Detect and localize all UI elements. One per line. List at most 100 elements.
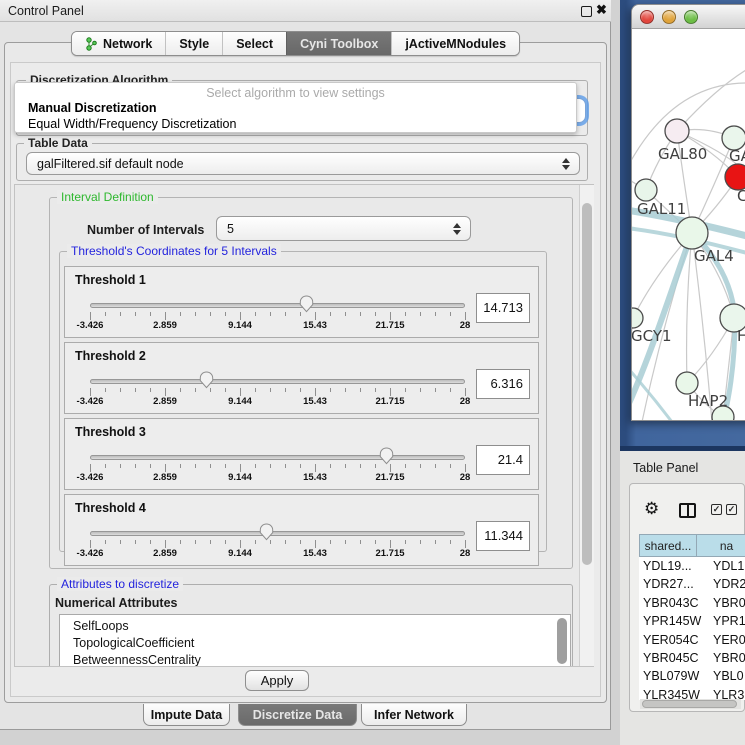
- tab-style[interactable]: Style: [165, 32, 222, 55]
- cell-shared-name: YLR345W: [643, 686, 700, 700]
- float-window-icon[interactable]: [581, 6, 592, 17]
- slider-handle[interactable]: [379, 447, 394, 465]
- slider-track[interactable]: [90, 455, 465, 460]
- dropdown-option[interactable]: Equal Width/Frequency Discretization: [28, 117, 236, 131]
- attribute-item[interactable]: SelfLoops: [60, 618, 570, 635]
- tab-label: Style: [179, 37, 209, 51]
- network-node[interactable]: [676, 217, 708, 249]
- tab-label: Select: [236, 37, 273, 51]
- cell-shared-name: YBR045C: [643, 649, 699, 667]
- attributes-list: SelfLoopsTopologicalCoefficientBetweenne…: [59, 614, 571, 667]
- threshold-label: Threshold 2: [75, 349, 146, 363]
- zoom-button[interactable]: [684, 10, 698, 24]
- slider-track[interactable]: [90, 303, 465, 308]
- slider-scale: -3.4262.8599.14415.4321.71528: [90, 472, 465, 484]
- slider-track[interactable]: [90, 379, 465, 384]
- slider-scale-label: 2.859: [153, 396, 177, 407]
- network-node-label: C: [737, 187, 745, 205]
- table-row[interactable]: YDL19... YDL1: [639, 557, 745, 575]
- slider-scale-label: -3.426: [77, 548, 104, 559]
- attribute-item[interactable]: TopologicalCoefficient: [60, 635, 570, 652]
- slider-scale-label: 21.715: [375, 396, 404, 407]
- network-node[interactable]: [665, 119, 689, 143]
- settings-scroll-viewport: Interval Definition Number of Intervals …: [14, 184, 594, 667]
- checkbox-checked-icon[interactable]: ✓: [711, 504, 722, 515]
- settings-scrollbar[interactable]: [579, 185, 594, 666]
- slider-handle[interactable]: [299, 295, 314, 313]
- bottom-tab-impute-data[interactable]: Impute Data: [143, 704, 230, 726]
- cell-shared-name: YBL079W: [643, 667, 699, 685]
- slider-track[interactable]: [90, 531, 465, 536]
- table-row[interactable]: YBR043CYBR0: [639, 594, 745, 612]
- threshold-value-field[interactable]: 14.713: [476, 293, 530, 323]
- bottom-tab-infer-network[interactable]: Infer Network: [361, 704, 467, 726]
- network-node[interactable]: [676, 372, 698, 394]
- slider-scale-label: 28: [460, 320, 471, 331]
- slider-scale-label: 2.859: [153, 320, 177, 331]
- slider-scale-label: 9.144: [228, 396, 252, 407]
- number-of-intervals-combobox[interactable]: 5: [216, 216, 471, 241]
- slider-scale: -3.4262.8599.14415.4321.71528: [90, 320, 465, 332]
- threshold-label: Threshold 4: [75, 501, 146, 515]
- traffic-lights: [640, 10, 698, 24]
- slider-scale-label: 15.43: [303, 472, 327, 483]
- network-node[interactable]: [635, 179, 657, 201]
- bottom-tab-discretize-data[interactable]: Discretize Data: [238, 704, 357, 726]
- cell-shared-name: YPR145W: [643, 612, 701, 630]
- attributes-group-label: Attributes to discretize: [57, 577, 183, 591]
- cell-name: YDL1: [713, 557, 744, 575]
- network-canvas[interactable]: GAL80GACGAL11GAL4GCY1HHAP2: [632, 28, 745, 420]
- thresholds-group-label: Threshold's Coordinates for 5 Intervals: [67, 244, 281, 258]
- threshold-value-field[interactable]: 21.4: [476, 445, 530, 475]
- slider-scale-label: 15.43: [303, 396, 327, 407]
- gear-icon[interactable]: ⚙: [644, 500, 659, 517]
- window-title: Control Panel: [8, 4, 84, 18]
- network-node[interactable]: [632, 308, 643, 328]
- tab-jactivemnodules[interactable]: jActiveMNodules: [391, 32, 519, 55]
- cell-name: YER0: [713, 631, 745, 649]
- attributes-list-scrollbar[interactable]: [557, 618, 567, 664]
- combo-arrows-icon: [562, 158, 570, 170]
- threshold-label: Threshold 1: [75, 273, 146, 287]
- table-hscrollbar-thumb[interactable]: [642, 700, 737, 708]
- table-row[interactable]: YPR145WYPR1: [639, 612, 745, 630]
- attribute-item[interactable]: BetweennessCentrality: [60, 652, 570, 667]
- slider-scale-label: 9.144: [228, 472, 252, 483]
- dropdown-placeholder-option[interactable]: Select algorithm to view settings: [15, 86, 576, 100]
- table-data-combobox[interactable]: galFiltered.sif default node: [26, 152, 580, 175]
- settings-scrollbar-thumb[interactable]: [582, 203, 592, 565]
- table-row[interactable]: YBR045CYBR0: [639, 649, 745, 667]
- slider-handle[interactable]: [199, 371, 214, 389]
- checkbox-checked-icon[interactable]: ✓: [726, 504, 737, 515]
- close-button[interactable]: [640, 10, 654, 24]
- column-header-shared-name[interactable]: shared...: [639, 534, 697, 557]
- table-hscrollbar[interactable]: [640, 699, 741, 709]
- threshold-panel-2: Threshold 2-3.4262.8599.14415.4321.71528…: [64, 342, 539, 414]
- tab-label: jActiveMNodules: [405, 37, 506, 51]
- tab-label: Network: [103, 37, 152, 51]
- table-row[interactable]: YBL079W YBL0: [639, 667, 745, 685]
- threshold-value-field[interactable]: 11.344: [476, 521, 530, 551]
- tab-network[interactable]: Network: [72, 32, 165, 55]
- network-node-label: GAL11: [637, 200, 686, 218]
- table-row[interactable]: YDR27...YDR2: [639, 575, 745, 593]
- tab-select[interactable]: Select: [222, 32, 286, 55]
- cell-shared-name: YDL19...: [643, 557, 692, 575]
- slider-handle[interactable]: [259, 523, 274, 541]
- cell-name: YBL0: [713, 667, 744, 685]
- network-node-label: H: [737, 327, 745, 345]
- minimize-button[interactable]: [662, 10, 676, 24]
- table-row[interactable]: YLR345WYLR3: [639, 686, 745, 700]
- column-header-name[interactable]: na: [697, 534, 745, 557]
- slider-scale-label: 28: [460, 396, 471, 407]
- slider-scale-label: -3.426: [77, 320, 104, 331]
- close-icon[interactable]: ✖: [596, 2, 607, 18]
- apply-button[interactable]: Apply: [245, 670, 309, 691]
- threshold-value-field[interactable]: 6.316: [476, 369, 530, 399]
- split-view-icon[interactable]: [679, 503, 696, 518]
- tab-cyni-toolbox[interactable]: Cyni Toolbox: [286, 32, 391, 55]
- table-row[interactable]: YER054CYER0: [639, 631, 745, 649]
- slider-scale-label: 15.43: [303, 320, 327, 331]
- slider-scale-label: 9.144: [228, 548, 252, 559]
- dropdown-option[interactable]: Manual Discretization: [28, 101, 157, 115]
